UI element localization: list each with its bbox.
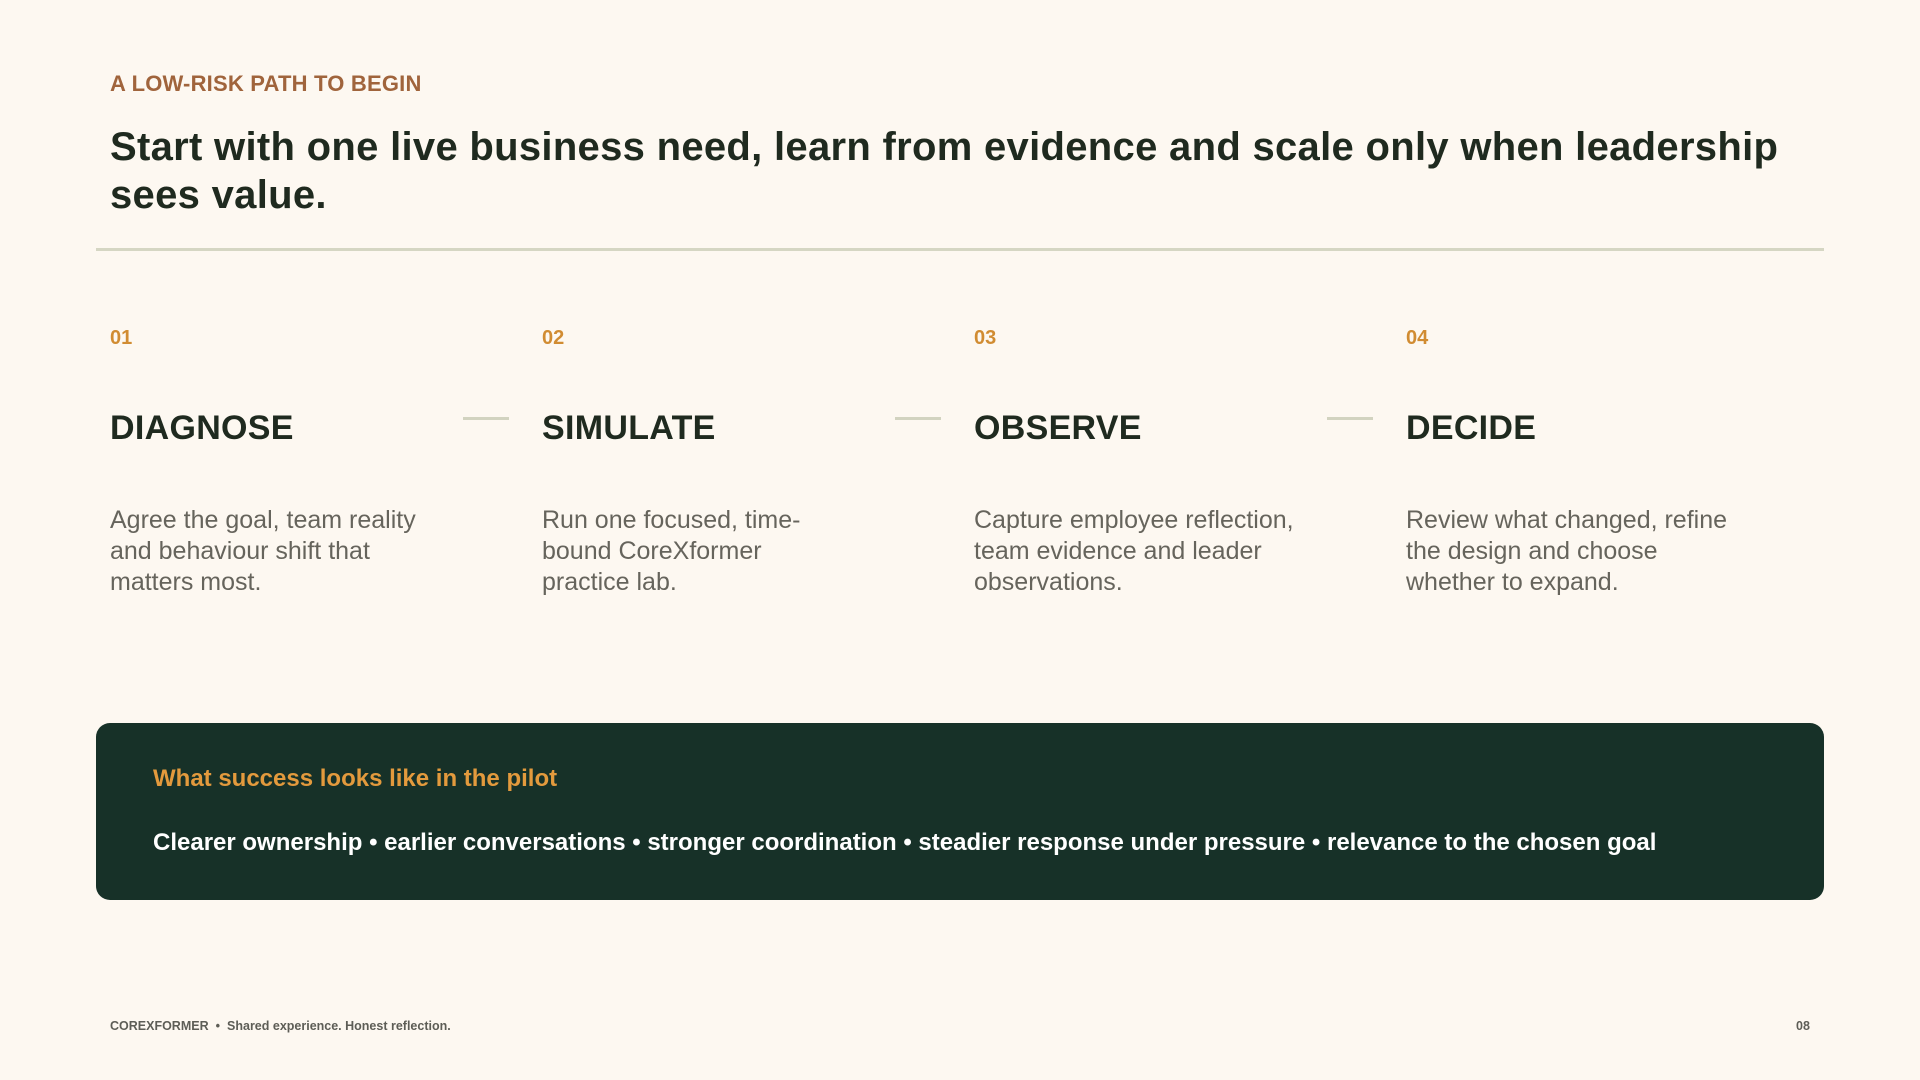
- step-decide: 04 DECIDE Review what changed, refine th…: [1406, 326, 1786, 598]
- process-steps: 01 DIAGNOSE Agree the goal, team reality…: [0, 0, 1920, 620]
- success-title: What success looks like in the pilot: [153, 765, 558, 792]
- footer-tagline: Shared experience. Honest reflection.: [227, 1019, 451, 1033]
- footer-brand: COREXFORMER: [110, 1019, 209, 1033]
- step-observe: 03 OBSERVE Capture employee reflection, …: [974, 326, 1354, 598]
- step-description: Review what changed, refine the design a…: [1406, 506, 1728, 596]
- step-number: 04: [1406, 327, 1429, 349]
- page-number: 08: [1796, 1019, 1810, 1033]
- footer-brand-line: COREXFORMER • Shared experience. Honest re…: [110, 1019, 451, 1033]
- step-diagnose: 01 DIAGNOSE Agree the goal, team reality…: [110, 326, 490, 598]
- success-outcomes: Clearer ownership • earlier conversation…: [153, 829, 1657, 856]
- step-title: OBSERVE: [974, 409, 1142, 447]
- step-number: 02: [542, 327, 565, 349]
- step-number: 03: [974, 327, 997, 349]
- step-title: SIMULATE: [542, 409, 716, 447]
- step-description: Capture employee reflection, team eviden…: [974, 506, 1294, 596]
- step-connector: [463, 417, 509, 420]
- step-connector: [1327, 417, 1373, 420]
- success-panel: What success looks like in the pilot Cle…: [96, 723, 1824, 900]
- step-title: DIAGNOSE: [110, 409, 294, 447]
- step-number: 01: [110, 327, 133, 349]
- step-title: DECIDE: [1406, 409, 1537, 447]
- step-description: Run one focused, time-bound CoreXformer …: [542, 506, 801, 596]
- step-simulate: 02 SIMULATE Run one focused, time-bound …: [542, 326, 922, 598]
- footer-separator: •: [215, 1019, 221, 1033]
- step-connector: [895, 417, 941, 420]
- step-description: Agree the goal, team reality and behavio…: [110, 506, 416, 596]
